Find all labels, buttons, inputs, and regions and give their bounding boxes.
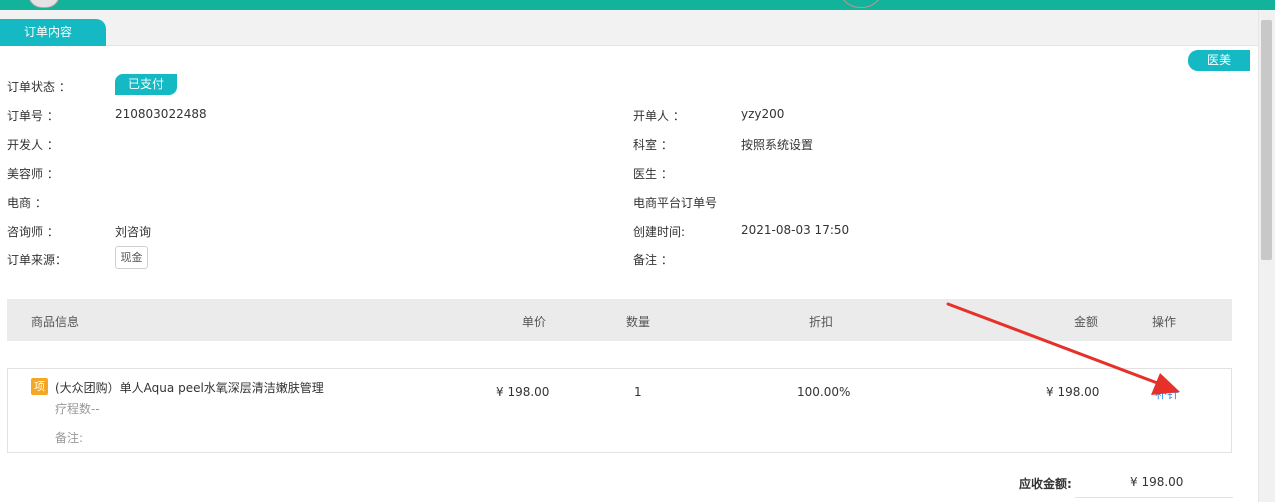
- item-name: (大众团购）单人Aqua peel水氧深层清洁嫩肤管理: [55, 381, 324, 395]
- total-divider: [1075, 497, 1233, 498]
- scrollbar-thumb[interactable]: [1261, 20, 1272, 260]
- header-ornament-icon: [838, 0, 884, 8]
- label-order-source: 订单来源：: [7, 253, 68, 267]
- header-product-info: 商品信息: [31, 315, 80, 329]
- creator-value: yzy200: [741, 107, 785, 121]
- header-quantity: 数量: [626, 315, 651, 329]
- label-order-status: 订单状态 ：: [7, 80, 71, 94]
- table-header: [7, 299, 1232, 341]
- label-creator: 开单人 ：: [633, 109, 685, 123]
- item-amount: ¥ 198.00: [1046, 385, 1100, 399]
- status-badge: 已支付: [115, 74, 177, 95]
- label-consultant: 咨询师 ：: [7, 225, 59, 239]
- label-developer: 开发人 ：: [7, 138, 59, 152]
- label-created-time: 创建时间:: [633, 225, 686, 239]
- total-value: ¥ 198.00: [1130, 475, 1184, 489]
- header-amount: 金额: [1074, 315, 1099, 329]
- header-unit-price: 单价: [522, 315, 547, 329]
- item-note: 备注:: [55, 431, 84, 445]
- label-ecommerce-order-no: 电商平台订单号: [633, 196, 718, 210]
- refill-action-link[interactable]: 补针: [1155, 385, 1179, 402]
- consultant-value: 刘咨询: [115, 225, 152, 239]
- label-doctor: 医生 ：: [633, 167, 673, 181]
- department-value: 按照系统设置: [741, 138, 814, 152]
- top-header-bar: [0, 0, 1275, 10]
- label-order-number: 订单号 ：: [7, 109, 59, 123]
- tab-strip: [0, 10, 1258, 46]
- label-ecommerce: 电商 ：: [7, 196, 47, 210]
- category-tag: 医美: [1188, 50, 1250, 71]
- item-quantity: 1: [634, 385, 642, 399]
- header-action: 操作: [1152, 315, 1177, 329]
- header-discount: 折扣: [809, 315, 834, 329]
- label-department: 科室 ：: [633, 138, 673, 152]
- order-number-value: 210803022488: [115, 107, 207, 121]
- logo-icon: [28, 0, 60, 8]
- item-course-count: 疗程数--: [55, 402, 100, 416]
- order-source-badge: 现金: [115, 246, 148, 269]
- tab-order-content[interactable]: 订单内容: [0, 19, 106, 46]
- label-beautician: 美容师 ：: [7, 167, 59, 181]
- item-discount: 100.00%: [797, 385, 851, 399]
- item-unit-price: ¥ 198.00: [496, 385, 550, 399]
- item-type-badge: 项: [31, 378, 48, 395]
- created-time-value: 2021-08-03 17:50: [741, 223, 850, 237]
- label-remarks: 备注 ：: [633, 253, 673, 267]
- total-label: 应收金额:: [1019, 477, 1072, 491]
